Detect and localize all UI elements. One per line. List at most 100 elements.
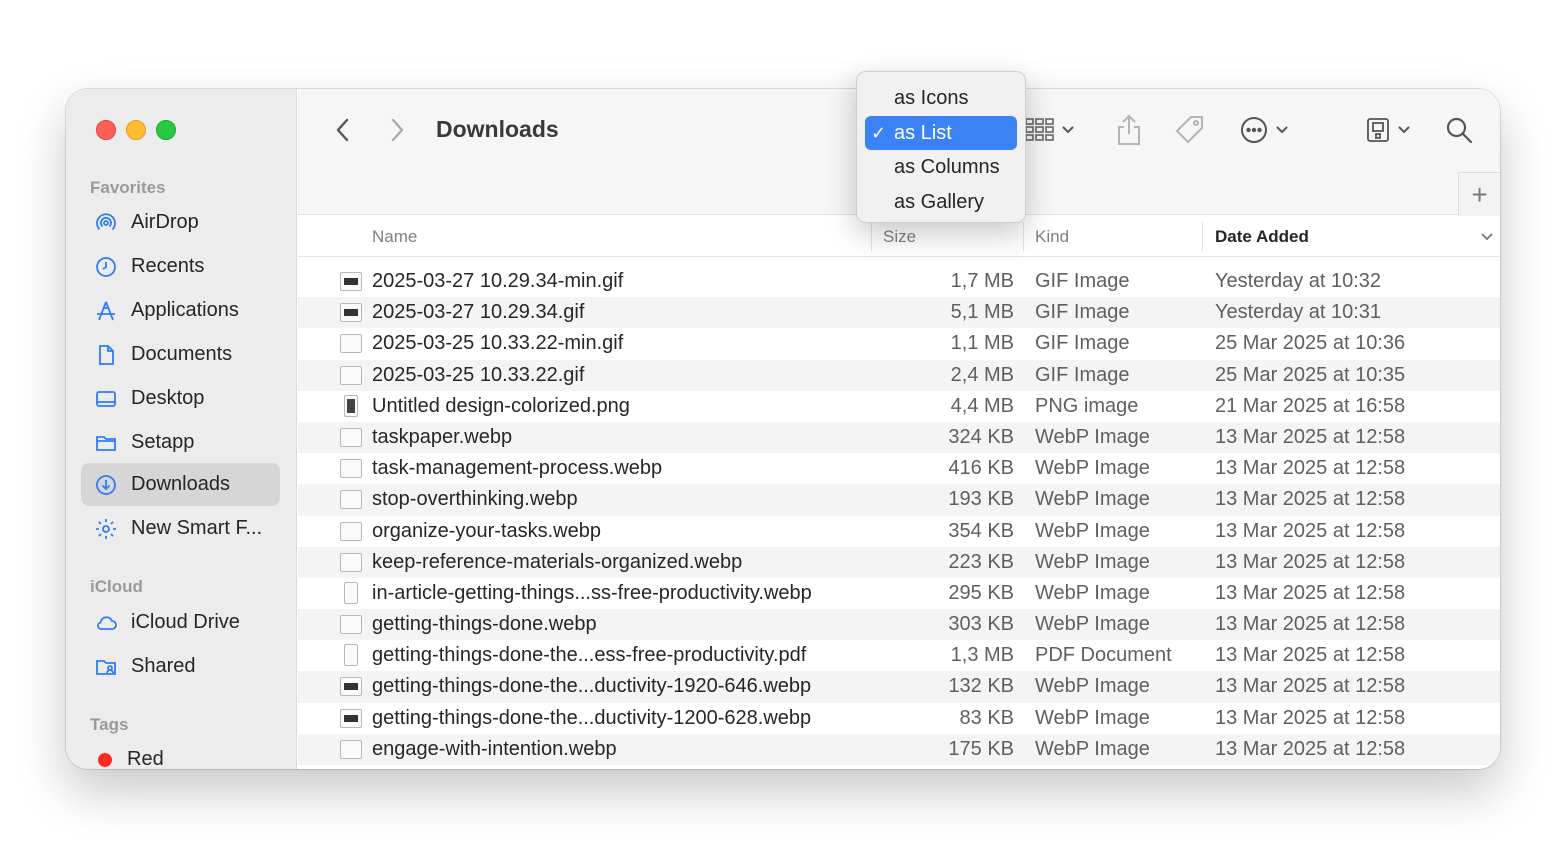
file-name: 2025-03-25 10.33.22.gif (372, 363, 585, 386)
file-date-added: 25 Mar 2025 at 10:35 (1215, 363, 1406, 386)
table-row[interactable]: 2025-03-27 10.29.34-min.gif 1,7 MB GIF I… (298, 266, 1500, 297)
sidebar-item-downloads[interactable]: Downloads (81, 463, 280, 506)
sidebar-item-label: AirDrop (131, 211, 199, 233)
table-row[interactable]: 2025-03-25 10.33.22.gif 2,4 MB GIF Image… (298, 359, 1500, 391)
file-name: getting-things-done-the...ductivity-1200… (372, 706, 812, 729)
table-row[interactable]: Untitled design-colorized.png 4,4 MB PNG… (298, 391, 1500, 422)
forward-button[interactable] (382, 115, 412, 145)
sidebar-item-label: Setapp (131, 431, 195, 453)
drive-icon (1367, 118, 1389, 142)
window-controls (96, 120, 176, 140)
chevron-left-icon (336, 118, 349, 142)
webp-file-icon (340, 521, 362, 541)
sidebar-item-shared[interactable]: Shared (81, 645, 280, 688)
table-row[interactable]: keep-reference-materials-organized.webp … (298, 546, 1500, 578)
tag-button[interactable] (1174, 113, 1206, 147)
table-row[interactable]: organize-your-tasks.webp 354 KB WebP Ima… (298, 516, 1500, 547)
column-divider[interactable] (1202, 222, 1203, 251)
column-kind[interactable]: Kind (1035, 216, 1069, 257)
sidebar-item-desktop[interactable]: Desktop (81, 377, 280, 420)
file-size: 295 KB (948, 581, 1014, 604)
sidebar-item-icloud-drive[interactable]: iCloud Drive (81, 601, 280, 644)
file-date-added: 13 Mar 2025 at 12:58 (1215, 457, 1406, 480)
gif-file-icon (340, 272, 362, 291)
file-kind: WebP Image (1035, 550, 1150, 573)
sidebar-item-label: New Smart F... (131, 517, 263, 539)
file-size: 223 KB (948, 550, 1014, 573)
more-actions-button[interactable] (1239, 113, 1289, 147)
file-kind: WebP Image (1035, 675, 1150, 698)
column-name[interactable]: Name (372, 216, 417, 257)
file-size: 303 KB (948, 613, 1014, 636)
table-row[interactable]: task-management-process.webp 416 KB WebP… (298, 453, 1500, 484)
sidebar-section-icloud: iCloud (90, 577, 143, 596)
table-row[interactable]: getting-things-done-the...ductivity-1920… (298, 671, 1500, 703)
sidebar-item-airdrop[interactable]: AirDrop (81, 201, 280, 244)
file-size: 83 KB (959, 706, 1014, 729)
menu-item-as-list[interactable]: ✓ as List (865, 115, 1017, 150)
table-row[interactable]: getting-things-done.webp 303 KB WebP Ima… (298, 609, 1500, 641)
sidebar-item-setapp[interactable]: Setapp (81, 421, 280, 464)
table-row[interactable]: in-article-getting-things...ss-free-prod… (298, 578, 1500, 609)
add-tab-button[interactable]: + (1458, 172, 1500, 216)
table-row[interactable]: getting-things-done-the...ductivity-1200… (298, 703, 1500, 734)
file-list: 2025-03-27 10.29.34-min.gif 1,7 MB GIF I… (298, 266, 1500, 765)
menu-item-as-columns[interactable]: as Columns (865, 150, 1017, 185)
table-row[interactable]: 2025-03-25 10.33.22-min.gif 1,1 MB GIF I… (298, 328, 1500, 359)
close-button[interactable] (96, 120, 116, 140)
file-name: engage-with-intention.webp (372, 737, 617, 760)
storage-button[interactable] (1365, 113, 1411, 147)
tag-icon (1175, 116, 1203, 144)
file-size: 175 KB (948, 737, 1014, 760)
minimize-button[interactable] (126, 120, 146, 140)
sidebar-item-recents[interactable]: Recents (81, 245, 280, 288)
menu-item-label: as Columns (894, 156, 1000, 178)
download-icon (93, 472, 119, 498)
sort-descending-icon[interactable] (1480, 232, 1494, 242)
table-row[interactable]: engage-with-intention.webp 175 KB WebP I… (298, 733, 1500, 765)
search-button[interactable] (1445, 113, 1473, 147)
file-size: 132 KB (948, 675, 1014, 698)
webp-file-icon (340, 552, 362, 572)
column-date-added[interactable]: Date Added (1215, 216, 1309, 257)
sidebar-item-new-smart-folder[interactable]: New Smart F... (81, 507, 280, 550)
file-kind: WebP Image (1035, 581, 1150, 604)
file-kind: GIF Image (1035, 301, 1130, 324)
menu-item-as-icons[interactable]: as Icons (865, 81, 1017, 116)
webp-file-icon (340, 427, 362, 447)
sidebar-item-label: Desktop (131, 387, 205, 409)
gif-file-icon (340, 365, 362, 385)
view-options-menu: as Icons ✓ as List as Columns as Gallery (856, 71, 1026, 223)
file-name: in-article-getting-things...ss-free-prod… (372, 581, 812, 604)
zoom-button[interactable] (156, 120, 176, 140)
table-row[interactable]: taskpaper.webp 324 KB WebP Image 13 Mar … (298, 421, 1500, 454)
column-divider[interactable] (1023, 222, 1024, 251)
file-date-added: 13 Mar 2025 at 12:58 (1215, 519, 1406, 542)
chevron-down-icon (1398, 126, 1410, 134)
back-button[interactable] (328, 115, 358, 145)
menu-item-label: as List (894, 121, 952, 144)
view-mode-button[interactable] (1025, 113, 1075, 147)
file-size: 1,1 MB (950, 332, 1014, 355)
file-size: 324 KB (948, 425, 1014, 448)
file-kind: WebP Image (1035, 519, 1150, 542)
menu-item-label: as Gallery (894, 190, 985, 213)
sidebar-item-applications[interactable]: Applications (81, 289, 280, 332)
table-row[interactable]: 2025-03-27 10.29.34.gif 5,1 MB GIF Image… (298, 297, 1500, 329)
sidebar-item-label: Red (127, 748, 164, 769)
sidebar-item-documents[interactable]: Documents (81, 333, 280, 376)
sidebar-item-tag-red[interactable]: Red (81, 738, 280, 769)
table-row[interactable]: getting-things-done-the...ess-free-produ… (298, 640, 1500, 671)
webp-file-icon (340, 739, 362, 759)
share-button[interactable] (1116, 113, 1142, 147)
sidebar-item-label: iCloud Drive (131, 611, 240, 633)
menu-item-as-gallery[interactable]: as Gallery (865, 185, 1017, 220)
webp-file-icon (340, 615, 362, 635)
file-date-added: 13 Mar 2025 at 12:58 (1215, 706, 1406, 729)
column-divider[interactable] (871, 222, 872, 251)
file-kind: WebP Image (1035, 706, 1150, 729)
file-kind: WebP Image (1035, 613, 1150, 636)
file-date-added: Yesterday at 10:31 (1215, 301, 1382, 324)
table-row[interactable]: stop-overthinking.webp 193 KB WebP Image… (298, 484, 1500, 516)
file-date-added: 13 Mar 2025 at 12:58 (1215, 644, 1406, 667)
